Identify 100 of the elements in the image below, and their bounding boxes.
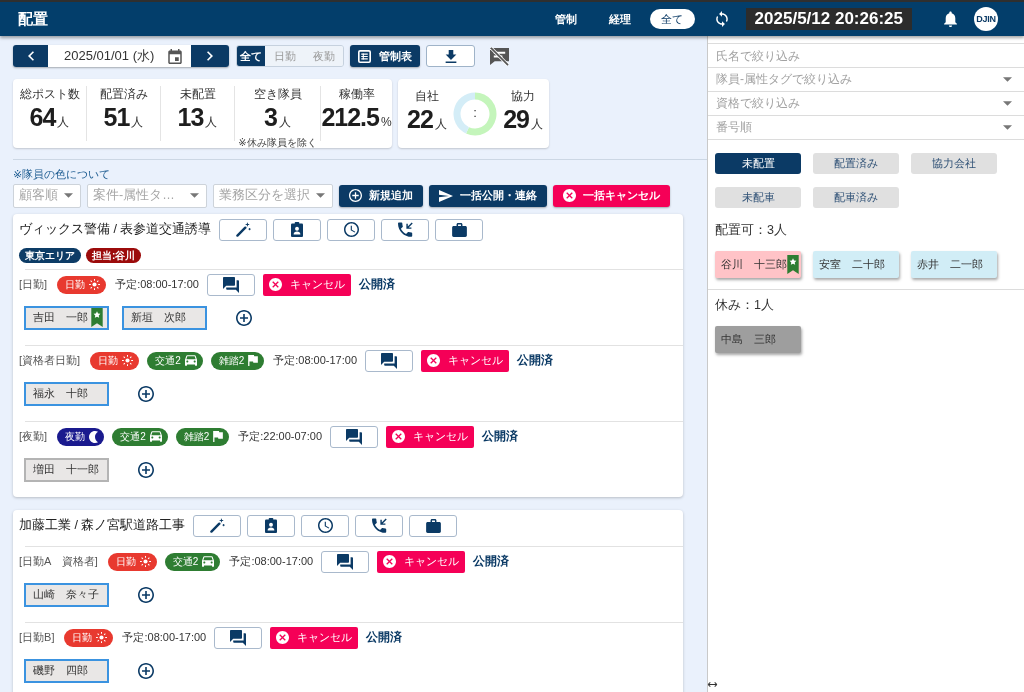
cancel-button[interactable]: キャンセル (262, 273, 351, 296)
shift-label: [日勤] (19, 278, 48, 292)
wand-button[interactable] (193, 514, 242, 537)
sync-icon[interactable] (715, 11, 728, 27)
sun-icon (139, 556, 151, 568)
nav-tab[interactable]: 管制 (547, 9, 584, 29)
staff-chip[interactable]: 磯野 四郎 (24, 658, 109, 683)
pill-text: 交通2 (155, 354, 181, 367)
nav-tab[interactable]: 経理 (601, 9, 638, 29)
cancel-button[interactable]: キャンセル (270, 626, 359, 649)
cancel-button[interactable]: キャンセル (421, 349, 510, 372)
phone-button[interactable] (381, 218, 430, 241)
shift-filter-tab[interactable]: 全て (237, 46, 265, 66)
moon-icon (89, 430, 99, 443)
schedule-time: 予定:08:00-17:00 (229, 555, 314, 569)
caret-down-icon (1003, 101, 1012, 106)
chevron-left-icon (27, 51, 34, 61)
color-legend-link[interactable]: ※隊員の色について (13, 168, 111, 181)
shift-label: [夜勤] (19, 430, 48, 444)
resize-handle-icon[interactable] (707, 681, 718, 688)
staff-chip[interactable]: 吉田 一郎 (24, 305, 109, 330)
wand-button[interactable] (219, 218, 268, 241)
stat-value: 3人 (263, 102, 292, 133)
phone-arrow-icon (397, 222, 413, 238)
schedule-table-button[interactable]: 管制表 (350, 45, 420, 67)
shift-label: [資格者日勤] (19, 354, 81, 368)
notification-bell-icon[interactable] (944, 11, 957, 27)
add-new-button[interactable]: 新規追加 (339, 184, 423, 207)
clock-button[interactable] (301, 514, 350, 537)
caret-down-icon (190, 193, 199, 199)
staff-chip[interactable]: 増田 十一郎 (24, 457, 109, 482)
schedule-time: 予定:08:00-17:00 (122, 631, 207, 645)
shift-label: [日勤B] (19, 631, 55, 645)
bulk-cancel-button[interactable]: 一括キャンセル (553, 184, 670, 207)
stat-label: 稼働率 (337, 87, 376, 102)
ratio-label: 協力 (510, 88, 537, 104)
page-title: 配置 (18, 10, 48, 28)
nav-tab[interactable]: 全て (649, 9, 695, 29)
chat-off-icon[interactable] (490, 46, 509, 66)
staff-filter-tab[interactable]: 配置済み (813, 153, 899, 174)
id-card-button[interactable] (273, 218, 322, 241)
staff-chip[interactable]: 新垣 次郎 (122, 305, 207, 330)
chat-button[interactable] (214, 626, 263, 649)
staff-filter-tab[interactable]: 配車済み (813, 187, 899, 208)
clock-button[interactable] (327, 218, 376, 241)
clock-display: 2025/5/12 20:26:25 (745, 8, 912, 30)
next-day-button[interactable] (191, 45, 229, 67)
staff-chip[interactable]: 谷川 十三郎 (715, 251, 801, 278)
user-avatar[interactable]: DJIN (974, 7, 998, 31)
stat-label: 未配置 (178, 87, 217, 102)
chat-button[interactable] (206, 273, 255, 296)
schedule-time: 予定:08:00-17:00 (273, 354, 358, 368)
date-field[interactable]: 2025/01/01 (水) (48, 45, 191, 67)
add-icon[interactable] (138, 385, 154, 402)
cancel-button[interactable]: キャンセル (386, 425, 475, 448)
publish-contact-button[interactable]: 一括公開・連絡 (429, 184, 547, 207)
id-card-button[interactable] (247, 514, 296, 537)
list-table-icon (358, 49, 371, 63)
staff-filter-tab[interactable]: 協力会社 (911, 153, 997, 174)
sun-icon (96, 632, 108, 644)
publish-status: 公開済 (366, 630, 403, 645)
car-icon (149, 431, 162, 443)
publish-status: 公開済 (517, 353, 554, 368)
briefcase-button[interactable] (409, 514, 458, 537)
staff-chip[interactable]: 福永 十郎 (24, 381, 109, 406)
pill-text: 交通2 (120, 430, 146, 443)
project-title: ヴィックス警備 / 表参道交通誘導 (19, 222, 212, 238)
caret-down-icon (1003, 125, 1012, 130)
flag-icon (248, 355, 259, 367)
chat-icon (337, 553, 354, 570)
shift-label: [日勤A 資格者] (19, 555, 98, 569)
publish-status: 公開済 (358, 277, 395, 292)
add-icon[interactable] (138, 586, 154, 603)
clock-icon (343, 222, 359, 238)
chat-button[interactable] (321, 550, 370, 573)
staff-chip[interactable]: 安室 二十郎 (813, 251, 899, 278)
donut-slice (466, 92, 497, 135)
add-icon[interactable] (236, 309, 252, 326)
phone-button[interactable] (355, 514, 404, 537)
chat-button[interactable] (365, 349, 414, 372)
staff-chip[interactable]: 赤井 二一郎 (911, 251, 997, 278)
staff-filter-tab[interactable]: 未配置 (715, 153, 801, 174)
caret-down-icon (64, 193, 73, 199)
chevron-right-icon (207, 51, 213, 61)
staff-filter-tab[interactable]: 未配車 (715, 187, 801, 208)
pill-text: 夜勤 (65, 430, 86, 443)
previous-day-button[interactable] (13, 45, 48, 67)
staff-chip[interactable]: 山崎 奈々子 (24, 582, 109, 607)
download-button[interactable] (426, 45, 475, 67)
schedule-time: 予定:22:00-07:00 (238, 430, 323, 444)
briefcase-button[interactable] (435, 218, 484, 241)
chat-button[interactable] (330, 425, 379, 448)
chat-icon (381, 352, 398, 369)
donut-slice (453, 92, 475, 134)
cancel-button[interactable]: キャンセル (377, 550, 466, 573)
ratio-label: 自社 (413, 88, 440, 104)
add-icon[interactable] (138, 461, 154, 478)
add-icon[interactable] (138, 662, 154, 679)
stat-value: 13人 (176, 102, 219, 133)
clock-icon (317, 518, 333, 534)
